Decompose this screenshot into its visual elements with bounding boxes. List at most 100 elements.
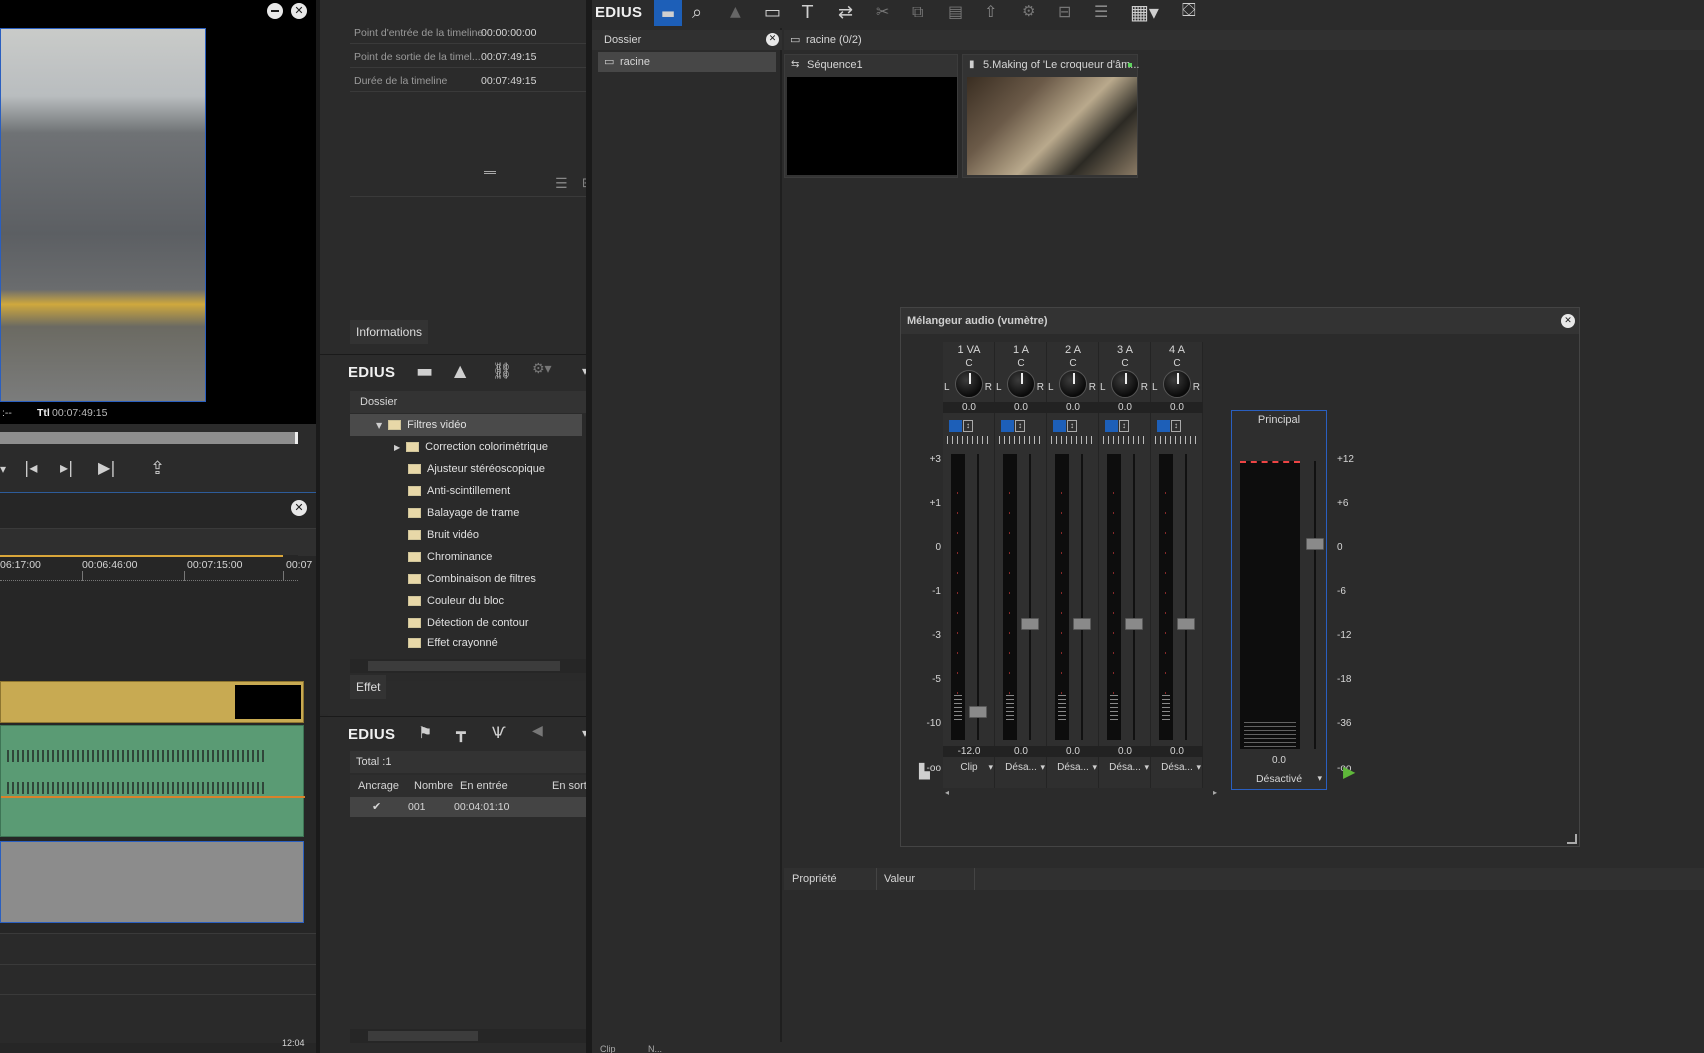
paste-icon[interactable]: ▤	[948, 2, 963, 21]
position-slider[interactable]	[0, 432, 298, 444]
folder-icon[interactable]: ▬	[416, 361, 433, 382]
pan-knob[interactable]	[1059, 370, 1087, 398]
pin-icon[interactable]: ┳	[456, 723, 466, 742]
meter-settings-icon[interactable]: ▙	[919, 764, 930, 780]
open-folder-icon[interactable]: ▭	[764, 2, 781, 23]
tree-item[interactable]: Combinaison de filtres	[350, 568, 536, 590]
toolbox-icon[interactable]: ⛋	[1182, 0, 1196, 21]
tree-item[interactable]: Anti-scintillement	[350, 480, 510, 502]
link-folder-icon[interactable]: ⛓	[492, 361, 512, 380]
channel-fader[interactable]	[1125, 618, 1143, 630]
folder-root[interactable]: ▭ racine	[598, 52, 776, 72]
speaker-icon[interactable]	[1105, 420, 1118, 432]
list-view-icon[interactable]: ☰	[1094, 2, 1108, 21]
column-header[interactable]: Valeur	[884, 868, 915, 890]
pan-knob[interactable]	[1007, 370, 1035, 398]
tree-item[interactable]: Couleur du bloc	[350, 590, 504, 612]
master-fader[interactable]	[1306, 538, 1324, 550]
mixer-hscrollbar[interactable]: ◂ ▸	[943, 788, 1219, 798]
mini-fader-row[interactable]	[1051, 436, 1095, 444]
table-row[interactable]: ✔ 001 00:04:01:10	[350, 797, 606, 817]
link-icon[interactable]: ↕	[1067, 420, 1077, 432]
channel-fader[interactable]	[1177, 618, 1195, 630]
clip-thumb-video[interactable]: ▮ 5.Making of 'Le croqueur d'âm...	[962, 54, 1139, 178]
marker-list-icon[interactable]: ⚑	[418, 723, 432, 742]
close-icon[interactable]: ✕	[1561, 314, 1575, 328]
send-icon[interactable]: ⇧	[984, 2, 997, 21]
mini-fader-row[interactable]	[1155, 436, 1199, 444]
close-icon[interactable]: ✕	[291, 500, 307, 516]
master-mode-select[interactable]: Désactivé ▾	[1232, 771, 1326, 787]
speaker-icon[interactable]	[1053, 420, 1066, 432]
tab-effet[interactable]: Effet	[350, 675, 387, 699]
search-icon[interactable]: ⌕	[692, 2, 702, 23]
replace-icon[interactable]: ⇄	[838, 2, 853, 23]
play-icon[interactable]: ▶	[1343, 762, 1355, 781]
tree-item[interactable]: Détection de contour	[350, 612, 529, 634]
mini-fader-row[interactable]	[999, 436, 1043, 444]
markers-hscrollbar[interactable]	[350, 1029, 606, 1043]
link-icon[interactable]: ↕	[1119, 420, 1129, 432]
info-divider-handle[interactable]	[484, 171, 496, 174]
tab-other[interactable]: N...	[648, 1042, 662, 1053]
timeline-ruler[interactable]: 06:17:00 00:06:46:00 00:07:15:00 00:07	[0, 555, 312, 589]
audio-clip[interactable]	[0, 725, 305, 837]
tab-informations[interactable]: Informations	[350, 320, 429, 344]
grid-view-icon[interactable]: ▦▾	[1130, 0, 1159, 24]
column-header[interactable]: Ancrage	[358, 775, 399, 797]
add-effect-icon[interactable]: ⚙▾	[532, 361, 552, 377]
pan-knob[interactable]	[1111, 370, 1139, 398]
mark-in-icon[interactable]: |◂	[24, 458, 37, 477]
tree-item-correction[interactable]: ▶ Correction colorimétrique	[350, 436, 548, 458]
tab-clip[interactable]: Clip	[600, 1042, 616, 1053]
close-icon[interactable]: ✕	[291, 3, 307, 19]
link-icon[interactable]: ↕	[1015, 420, 1025, 432]
folder-view-icon[interactable]: ▬	[654, 0, 682, 26]
cut-icon[interactable]: ✂	[876, 2, 889, 21]
empty-track[interactable]	[0, 841, 304, 923]
link-icon[interactable]: ↕	[1171, 420, 1181, 432]
tree-item[interactable]: Ajusteur stéréoscopique	[350, 458, 545, 480]
speaker-icon[interactable]	[1001, 420, 1014, 432]
speaker-icon[interactable]	[1157, 420, 1170, 432]
channel-fader[interactable]	[1073, 618, 1091, 630]
channel-fader[interactable]	[969, 706, 987, 718]
triangle-icon[interactable]: ▲	[454, 361, 466, 380]
column-header[interactable]: En entrée	[460, 775, 508, 797]
channel-fader[interactable]	[1021, 618, 1039, 630]
split-marker-icon[interactable]: Ѱ	[492, 723, 506, 742]
pan-knob[interactable]	[1163, 370, 1191, 398]
list-icon[interactable]: ☰	[555, 176, 568, 192]
pan-knob[interactable]	[955, 370, 983, 398]
close-icon[interactable]: ✕	[766, 33, 779, 46]
resize-handle[interactable]	[1567, 834, 1577, 844]
speaker-icon[interactable]	[949, 420, 962, 432]
minimize-icon[interactable]	[267, 3, 283, 19]
mini-fader-row[interactable]	[1103, 436, 1147, 444]
export-icon[interactable]: ⇪	[150, 458, 165, 479]
new-sequence-icon[interactable]: T	[802, 2, 813, 23]
link-icon[interactable]: ↕	[963, 420, 973, 432]
tree-item[interactable]: Chrominance	[350, 546, 492, 568]
channel-mode-select[interactable]: Désa... ▾	[995, 760, 1047, 776]
prev-marker-icon[interactable]: ◀	[532, 723, 543, 739]
tree-item[interactable]: Bruit vidéo	[350, 524, 479, 546]
add-effect-icon[interactable]: ⚙	[1022, 2, 1035, 20]
triangle-icon[interactable]: ▲	[730, 4, 741, 20]
channel-mode-select[interactable]: Clip ▾	[943, 760, 995, 776]
mark-out-icon[interactable]: ▸|	[60, 458, 73, 477]
channel-mode-select[interactable]: Désa... ▾	[1047, 760, 1099, 776]
tree-item[interactable]: Balayage de trame	[350, 502, 519, 524]
channel-mode-select[interactable]: Désa... ▾	[1099, 760, 1151, 776]
dropdown-icon[interactable]: ▾	[0, 462, 6, 476]
delete-icon[interactable]: ⊟	[1058, 2, 1071, 21]
tree-item[interactable]: Effet crayonné	[350, 634, 498, 648]
copy-icon[interactable]: ⧉	[912, 2, 923, 22]
clip-thumb-sequence[interactable]: ⇆ Séquence1	[784, 54, 958, 178]
set-out-icon[interactable]: ▶|	[98, 458, 116, 477]
tree-hscrollbar[interactable]	[350, 659, 600, 673]
anchor-checkbox[interactable]: ✔	[372, 797, 381, 817]
mini-fader-row[interactable]	[947, 436, 991, 444]
channel-mode-select[interactable]: Désa... ▾	[1151, 760, 1203, 776]
video-clip[interactable]	[0, 681, 304, 723]
